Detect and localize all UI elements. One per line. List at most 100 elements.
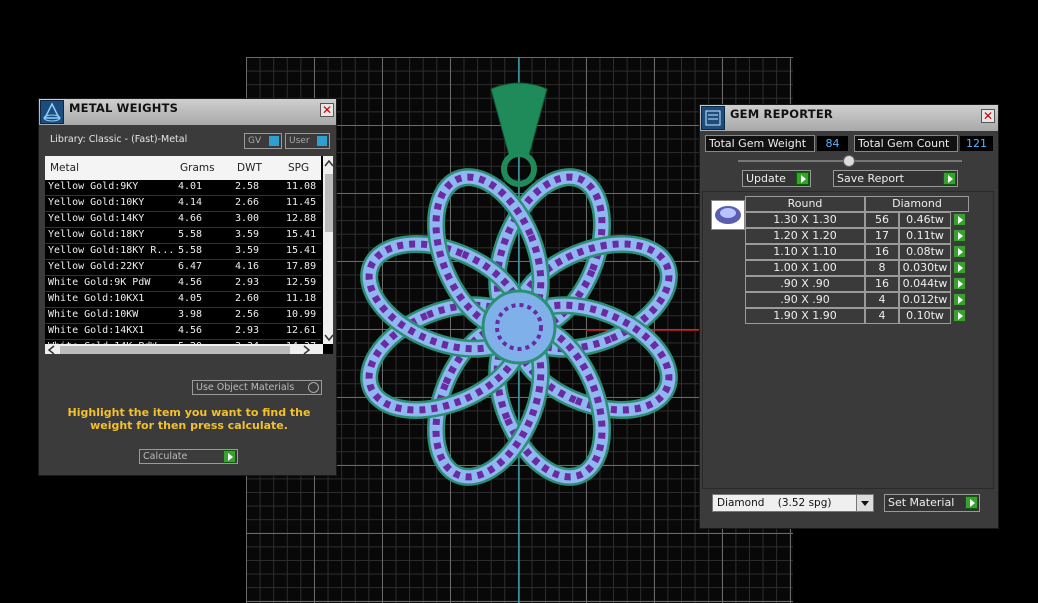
update-label: Update — [746, 172, 786, 185]
calculate-button[interactable]: Calculate — [139, 449, 238, 464]
metal-weights-title: METAL WEIGHTS — [69, 101, 179, 115]
metal-weights-panel: METAL WEIGHTS ✕ Library: Classic - (Fast… — [38, 98, 337, 476]
table-row[interactable]: Yellow Gold:9KY 4.01 2.58 11.08 — [45, 180, 321, 196]
cell-metal: White Gold:9K PdW — [48, 277, 151, 288]
cell-spg: 15.41 — [286, 245, 317, 256]
center-cluster — [481, 289, 557, 365]
cell-metal: Yellow Gold:9KY — [48, 181, 139, 192]
select-gem-button[interactable] — [953, 213, 966, 226]
select-gem-button[interactable] — [953, 245, 966, 258]
use-object-materials-label: Use Object Materials — [196, 382, 295, 393]
cell-dwt: 3.00 — [235, 213, 260, 224]
close-icon[interactable]: ✕ — [320, 103, 334, 117]
user-label: User — [289, 136, 310, 146]
gem-weight-cell: 0.030tw — [899, 260, 951, 276]
gem-reporter-app-icon — [701, 106, 725, 130]
calculate-label: Calculate — [143, 451, 188, 462]
round-gem-thumbnail[interactable] — [711, 200, 745, 230]
col-metal[interactable]: Metal — [50, 162, 79, 174]
collapse-handle-icon[interactable] — [843, 155, 855, 167]
user-switch — [317, 136, 327, 146]
cell-dwt: 2.58 — [235, 181, 260, 192]
cell-grams: 4.66 — [178, 213, 203, 224]
gem-size-cell: .90 X .90 — [745, 292, 865, 308]
cell-metal: Yellow Gold:22KY — [48, 261, 145, 272]
table-row[interactable]: White Gold:10KX1 4.05 2.60 11.18 — [45, 292, 321, 308]
cell-dwt: 2.56 — [235, 309, 260, 320]
gem-count-cell: 4 — [865, 292, 899, 308]
cell-grams: 4.14 — [178, 197, 203, 208]
cell-grams: 4.01 — [178, 181, 203, 192]
col-spg[interactable]: SPG — [288, 162, 309, 174]
select-gem-button[interactable] — [953, 261, 966, 274]
gem-count-cell: 56 — [865, 212, 899, 228]
metal-table[interactable]: Metal Grams DWT SPG Yellow Gold:9KY 4.01 2… — [45, 156, 333, 354]
cell-spg: 12.59 — [286, 277, 317, 288]
horizontal-scrollbar[interactable] — [45, 344, 323, 354]
cell-dwt: 2.93 — [235, 277, 260, 288]
gem-count-cell: 8 — [865, 260, 899, 276]
metal-table-header: Metal Grams DWT SPG — [45, 156, 321, 180]
cell-spg: 12.88 — [286, 213, 317, 224]
total-gem-weight-value: 84 — [817, 136, 848, 151]
table-row[interactable]: White Gold:14KX1 4.56 2.93 12.61 — [45, 324, 321, 340]
gem-reporter-titlebar[interactable]: GEM REPORTER ✕ — [700, 105, 998, 131]
table-row[interactable]: Yellow Gold:18KY 5.58 3.59 15.41 — [45, 228, 321, 244]
cell-spg: 10.99 — [286, 309, 317, 320]
cell-metal: Yellow Gold:18KY — [48, 229, 145, 240]
metal-weights-titlebar[interactable]: METAL WEIGHTS ✕ — [39, 99, 336, 125]
save-report-label: Save Report — [837, 172, 904, 185]
select-gem-button[interactable] — [953, 277, 966, 290]
col-dwt[interactable]: DWT — [237, 162, 262, 174]
cell-dwt: 4.16 — [235, 261, 260, 272]
set-material-label: Set Material — [888, 496, 955, 509]
close-icon[interactable]: ✕ — [981, 109, 995, 123]
cell-grams: 4.56 — [178, 277, 203, 288]
cell-spg: 17.89 — [286, 261, 317, 272]
total-gem-weight-field: Total Gem Weight — [705, 135, 815, 152]
gem-report-area: Round Diamond 1.30 X 1.30 56 0.46tw 1.20 X … — [702, 191, 994, 489]
vertical-scrollbar[interactable] — [323, 156, 333, 344]
cell-grams: 5.58 — [178, 229, 203, 240]
table-row[interactable]: White Gold:10KW 3.98 2.56 10.99 — [45, 308, 321, 324]
select-gem-button[interactable] — [953, 309, 966, 322]
update-button[interactable]: Update — [742, 170, 811, 187]
gv-toggle[interactable]: GV — [244, 133, 282, 149]
cell-dwt: 2.93 — [235, 325, 260, 336]
user-toggle[interactable]: User — [285, 133, 330, 149]
gem-count-cell: 16 — [865, 276, 899, 292]
metal-weights-app-icon — [40, 100, 64, 124]
gem-count-cell: 4 — [865, 308, 899, 324]
select-gem-button[interactable] — [953, 293, 966, 306]
cell-grams: 6.47 — [178, 261, 203, 272]
select-gem-button[interactable] — [953, 229, 966, 242]
table-row[interactable]: Yellow Gold:18KY R... 5.58 3.59 15.41 — [45, 244, 321, 260]
cell-metal: White Gold:14KX1 — [48, 325, 145, 336]
use-object-materials-toggle[interactable]: Use Object Materials — [192, 380, 322, 395]
play-icon — [796, 172, 809, 185]
gem-weight-cell: 0.11tw — [899, 228, 951, 244]
material-dropdown[interactable]: Diamond (3.52 spg) — [712, 494, 874, 512]
col-grams[interactable]: Grams — [180, 162, 215, 174]
gv-label: GV — [248, 136, 262, 146]
gem-weight-cell: 0.08tw — [899, 244, 951, 260]
cell-metal: White Gold:10KW — [48, 309, 139, 320]
table-row[interactable]: Yellow Gold:14KY 4.66 3.00 12.88 — [45, 212, 321, 228]
material-dropdown-value: Diamond (3.52 spg) — [717, 497, 832, 509]
play-icon — [965, 496, 978, 509]
radio-icon — [308, 382, 319, 393]
gem-size-cell: 1.00 X 1.00 — [745, 260, 865, 276]
cell-spg: 15.41 — [286, 229, 317, 240]
cell-metal: Yellow Gold:18KY R... — [48, 245, 175, 256]
set-material-button[interactable]: Set Material — [884, 494, 980, 512]
table-row[interactable]: White Gold:9K PdW 4.56 2.93 12.59 — [45, 276, 321, 292]
table-row[interactable]: Yellow Gold:10KY 4.14 2.66 11.45 — [45, 196, 321, 212]
bail — [490, 82, 548, 156]
save-report-button[interactable]: Save Report — [833, 170, 958, 187]
cell-metal: White Gold:10KX1 — [48, 293, 145, 304]
gem-reporter-title: GEM REPORTER — [730, 107, 833, 121]
cell-grams: 5.58 — [178, 245, 203, 256]
cell-grams: 4.56 — [178, 325, 203, 336]
total-gem-count-label: Total Gem Count — [858, 137, 950, 150]
table-row[interactable]: Yellow Gold:22KY 6.47 4.16 17.89 — [45, 260, 321, 276]
